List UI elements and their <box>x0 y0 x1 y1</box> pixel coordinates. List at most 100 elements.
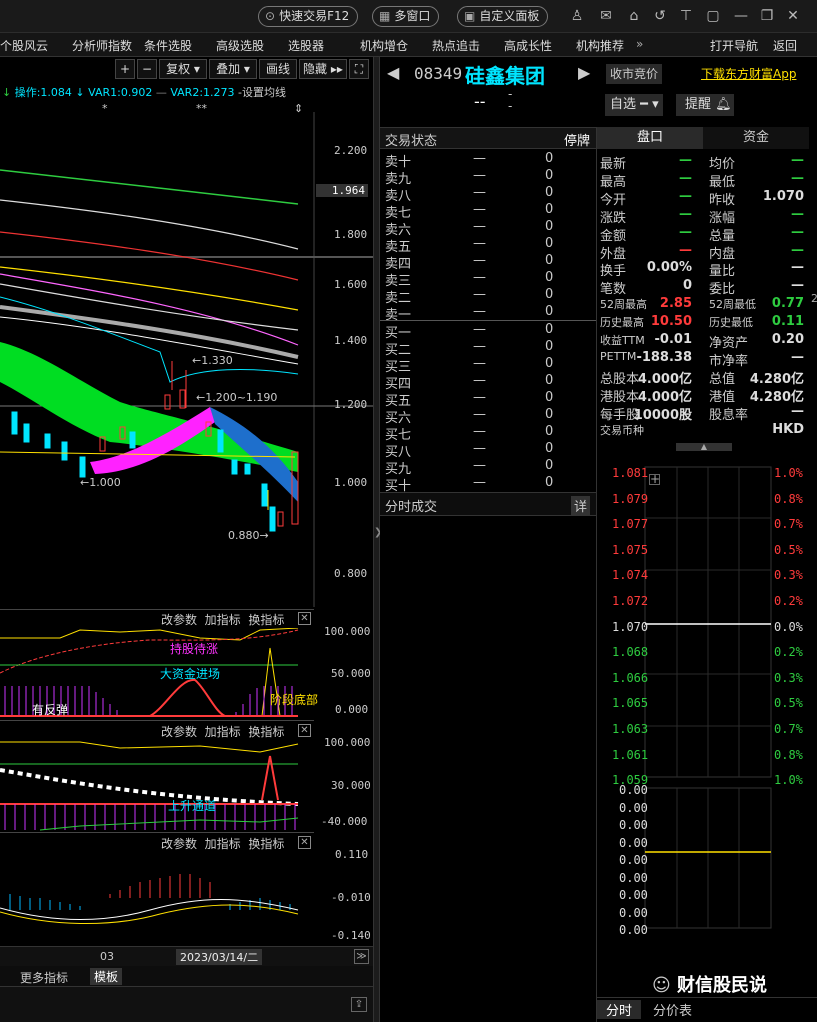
user-icon[interactable]: ♙ <box>567 6 587 26</box>
op-value: 操作:1.084 <box>14 86 72 99</box>
row-price: — <box>473 219 486 234</box>
fuquan-dropdown[interactable]: 复权 ▾ <box>159 59 207 79</box>
row-volume: 0 <box>545 407 554 422</box>
add-icon[interactable]: + <box>649 473 660 485</box>
orderbook-buy-row[interactable]: 买三 —0 <box>385 356 590 375</box>
orderbook-buy-row[interactable]: 买八 —0 <box>385 441 590 460</box>
collapse-quote-icon[interactable]: ▲ <box>676 443 732 451</box>
orderbook-buy-row[interactable]: 买九 —0 <box>385 458 590 477</box>
refresh-icon[interactable]: ↺ <box>650 6 670 26</box>
quick-trade-button[interactable]: ⊙ 快速交易F12 <box>258 6 359 27</box>
orderbook-sell-row[interactable]: 卖二 —0 <box>385 287 590 306</box>
mail-icon[interactable]: ✉ <box>596 6 616 26</box>
tab-zijin[interactable]: 资金 <box>703 127 809 149</box>
close-panel-icon[interactable]: ✕ <box>298 724 311 737</box>
quote-cell: 昨收 1.070 <box>709 189 806 208</box>
minute-price-label: 1.068 <box>612 645 649 660</box>
open-nav-button[interactable]: 打开导航 <box>710 37 758 54</box>
indicator-3-chart[interactable] <box>0 852 314 946</box>
menu-item-redian[interactable]: 热点追击 <box>432 37 480 54</box>
change-params-button[interactable]: 改参数 <box>161 725 197 739</box>
tab-fenjia[interactable]: 分价表 <box>653 1000 692 1019</box>
diejia-dropdown[interactable]: 叠加 ▾ <box>209 59 257 79</box>
zixuan-dropdown[interactable]: 自选 ━ ▾ <box>605 94 663 116</box>
zoom-in-button[interactable]: + <box>115 59 135 79</box>
minute-pct-label: 0.8% <box>774 747 803 762</box>
menu-item-gaoji[interactable]: 高级选股 <box>216 37 264 54</box>
yincang-button[interactable]: 隐藏 ▸▸ <box>299 59 347 79</box>
row-volume: 0 <box>545 304 554 319</box>
price-cursor-label: 1.964 <box>316 184 368 197</box>
add-indicator-button[interactable]: 加指标 <box>205 613 241 627</box>
close-icon[interactable]: ✕ <box>783 6 803 26</box>
orderbook-sell-row[interactable]: 卖十 —0 <box>385 151 590 170</box>
quote-key: 收益TTM <box>600 334 645 347</box>
next-stock-icon[interactable]: ▶ <box>578 63 590 82</box>
orderbook-sell-row[interactable]: 卖七 —0 <box>385 202 590 221</box>
minimize-icon[interactable]: — <box>731 6 751 26</box>
zoom-out-button[interactable]: − <box>137 59 157 79</box>
indicator-2-chart[interactable] <box>0 740 314 832</box>
switch-indicator-button[interactable]: 换指标 <box>248 613 284 627</box>
restore-icon[interactable]: ❐ <box>757 6 777 26</box>
menu-more-button[interactable]: » <box>636 37 643 51</box>
tixing-button[interactable]: 提醒 🔔︎ <box>676 94 734 116</box>
orderbook-buy-row[interactable]: 买十 —0 <box>385 475 590 494</box>
quote-value: — <box>791 403 804 419</box>
help-icon[interactable]: ▢ <box>703 6 723 26</box>
orderbook-buy-row[interactable]: 买四 —0 <box>385 373 590 392</box>
price-annotation-1000: ←1.000 <box>80 476 121 489</box>
set-ma-link[interactable]: -设置均线 <box>238 86 286 99</box>
menu-item-jigou-tuijian[interactable]: 机构推荐 <box>576 37 624 54</box>
quote-key: PETTM <box>600 349 637 363</box>
switch-indicator-button[interactable]: 换指标 <box>248 837 284 851</box>
orderbook-sell-row[interactable]: 卖三 —0 <box>385 270 590 289</box>
tab-fenshi[interactable]: 分时 <box>597 1000 641 1019</box>
change-params-button[interactable]: 改参数 <box>161 837 197 851</box>
orderbook-sell-row[interactable]: 卖五 —0 <box>385 236 590 255</box>
pane-divider[interactable]: ❯ <box>373 57 382 1022</box>
prev-stock-icon[interactable]: ◀ <box>387 63 399 82</box>
menu-item-gaochengzhang[interactable]: 高成长性 <box>504 37 552 54</box>
bottom-tabs: 更多指标 模板 <box>0 966 373 986</box>
template-tab[interactable]: 模板 <box>90 968 123 985</box>
expand-icon[interactable]: ⇪ <box>351 997 367 1012</box>
detail-button[interactable]: 详 <box>570 496 590 515</box>
tab-pankou[interactable]: 盘口 <box>597 127 703 149</box>
home-icon[interactable]: ⌂ <box>624 6 644 26</box>
quote-key: 均价 <box>709 157 736 172</box>
menu-item-tiaojian[interactable]: 条件选股 <box>144 37 192 54</box>
price-annotation-0880: 0.880→ <box>228 529 269 542</box>
status-button[interactable]: 收市竞价 <box>606 64 663 84</box>
menu-item-xuangu[interactable]: 选股器 <box>288 37 324 54</box>
fullscreen-icon[interactable]: ⛶ <box>349 59 369 79</box>
shirt-icon[interactable]: ⊤ <box>676 6 696 26</box>
scroll-right-icon[interactable]: ≫ <box>354 949 369 964</box>
close-panel-icon[interactable]: ✕ <box>298 612 311 625</box>
orderbook-buy-row[interactable]: 买一 —0 <box>385 322 590 341</box>
switch-indicator-button[interactable]: 换指标 <box>248 725 284 739</box>
add-indicator-button[interactable]: 加指标 <box>205 725 241 739</box>
menu-item-gegufengyun[interactable]: 个股风云 <box>0 37 48 54</box>
back-button[interactable]: 返回 <box>773 37 797 54</box>
orderbook-sell-row[interactable]: 卖四 —0 <box>385 253 590 272</box>
orderbook-buy-row[interactable]: 买五 —0 <box>385 390 590 409</box>
orderbook-buy-row[interactable]: 买六 —0 <box>385 407 590 426</box>
menu-item-jigou-zengcang[interactable]: 机构增仓 <box>360 37 408 54</box>
huaxian-button[interactable]: 画线 <box>259 59 297 79</box>
custom-panel-button[interactable]: ▣ 自定义面板 <box>457 6 549 27</box>
close-panel-icon[interactable]: ✕ <box>298 836 311 849</box>
orderbook-sell-row[interactable]: 卖一 —0 <box>385 304 590 323</box>
menu-item-fenxishi[interactable]: 分析师指数 <box>72 37 132 54</box>
download-app-link[interactable]: 下载东方财富App <box>701 65 796 82</box>
orderbook-sell-row[interactable]: 卖九 —0 <box>385 168 590 187</box>
more-indicators-tab[interactable]: 更多指标 <box>20 969 68 986</box>
orderbook-sell-row[interactable]: 卖八 —0 <box>385 185 590 204</box>
change-params-button[interactable]: 改参数 <box>161 613 197 627</box>
multi-window-button[interactable]: ▦ 多窗口 <box>372 6 440 27</box>
orderbook-buy-row[interactable]: 买二 —0 <box>385 339 590 358</box>
quote-value: -0.01 <box>654 332 692 347</box>
add-indicator-button[interactable]: 加指标 <box>205 837 241 851</box>
orderbook-buy-row[interactable]: 买七 —0 <box>385 424 590 443</box>
orderbook-sell-row[interactable]: 卖六 —0 <box>385 219 590 238</box>
